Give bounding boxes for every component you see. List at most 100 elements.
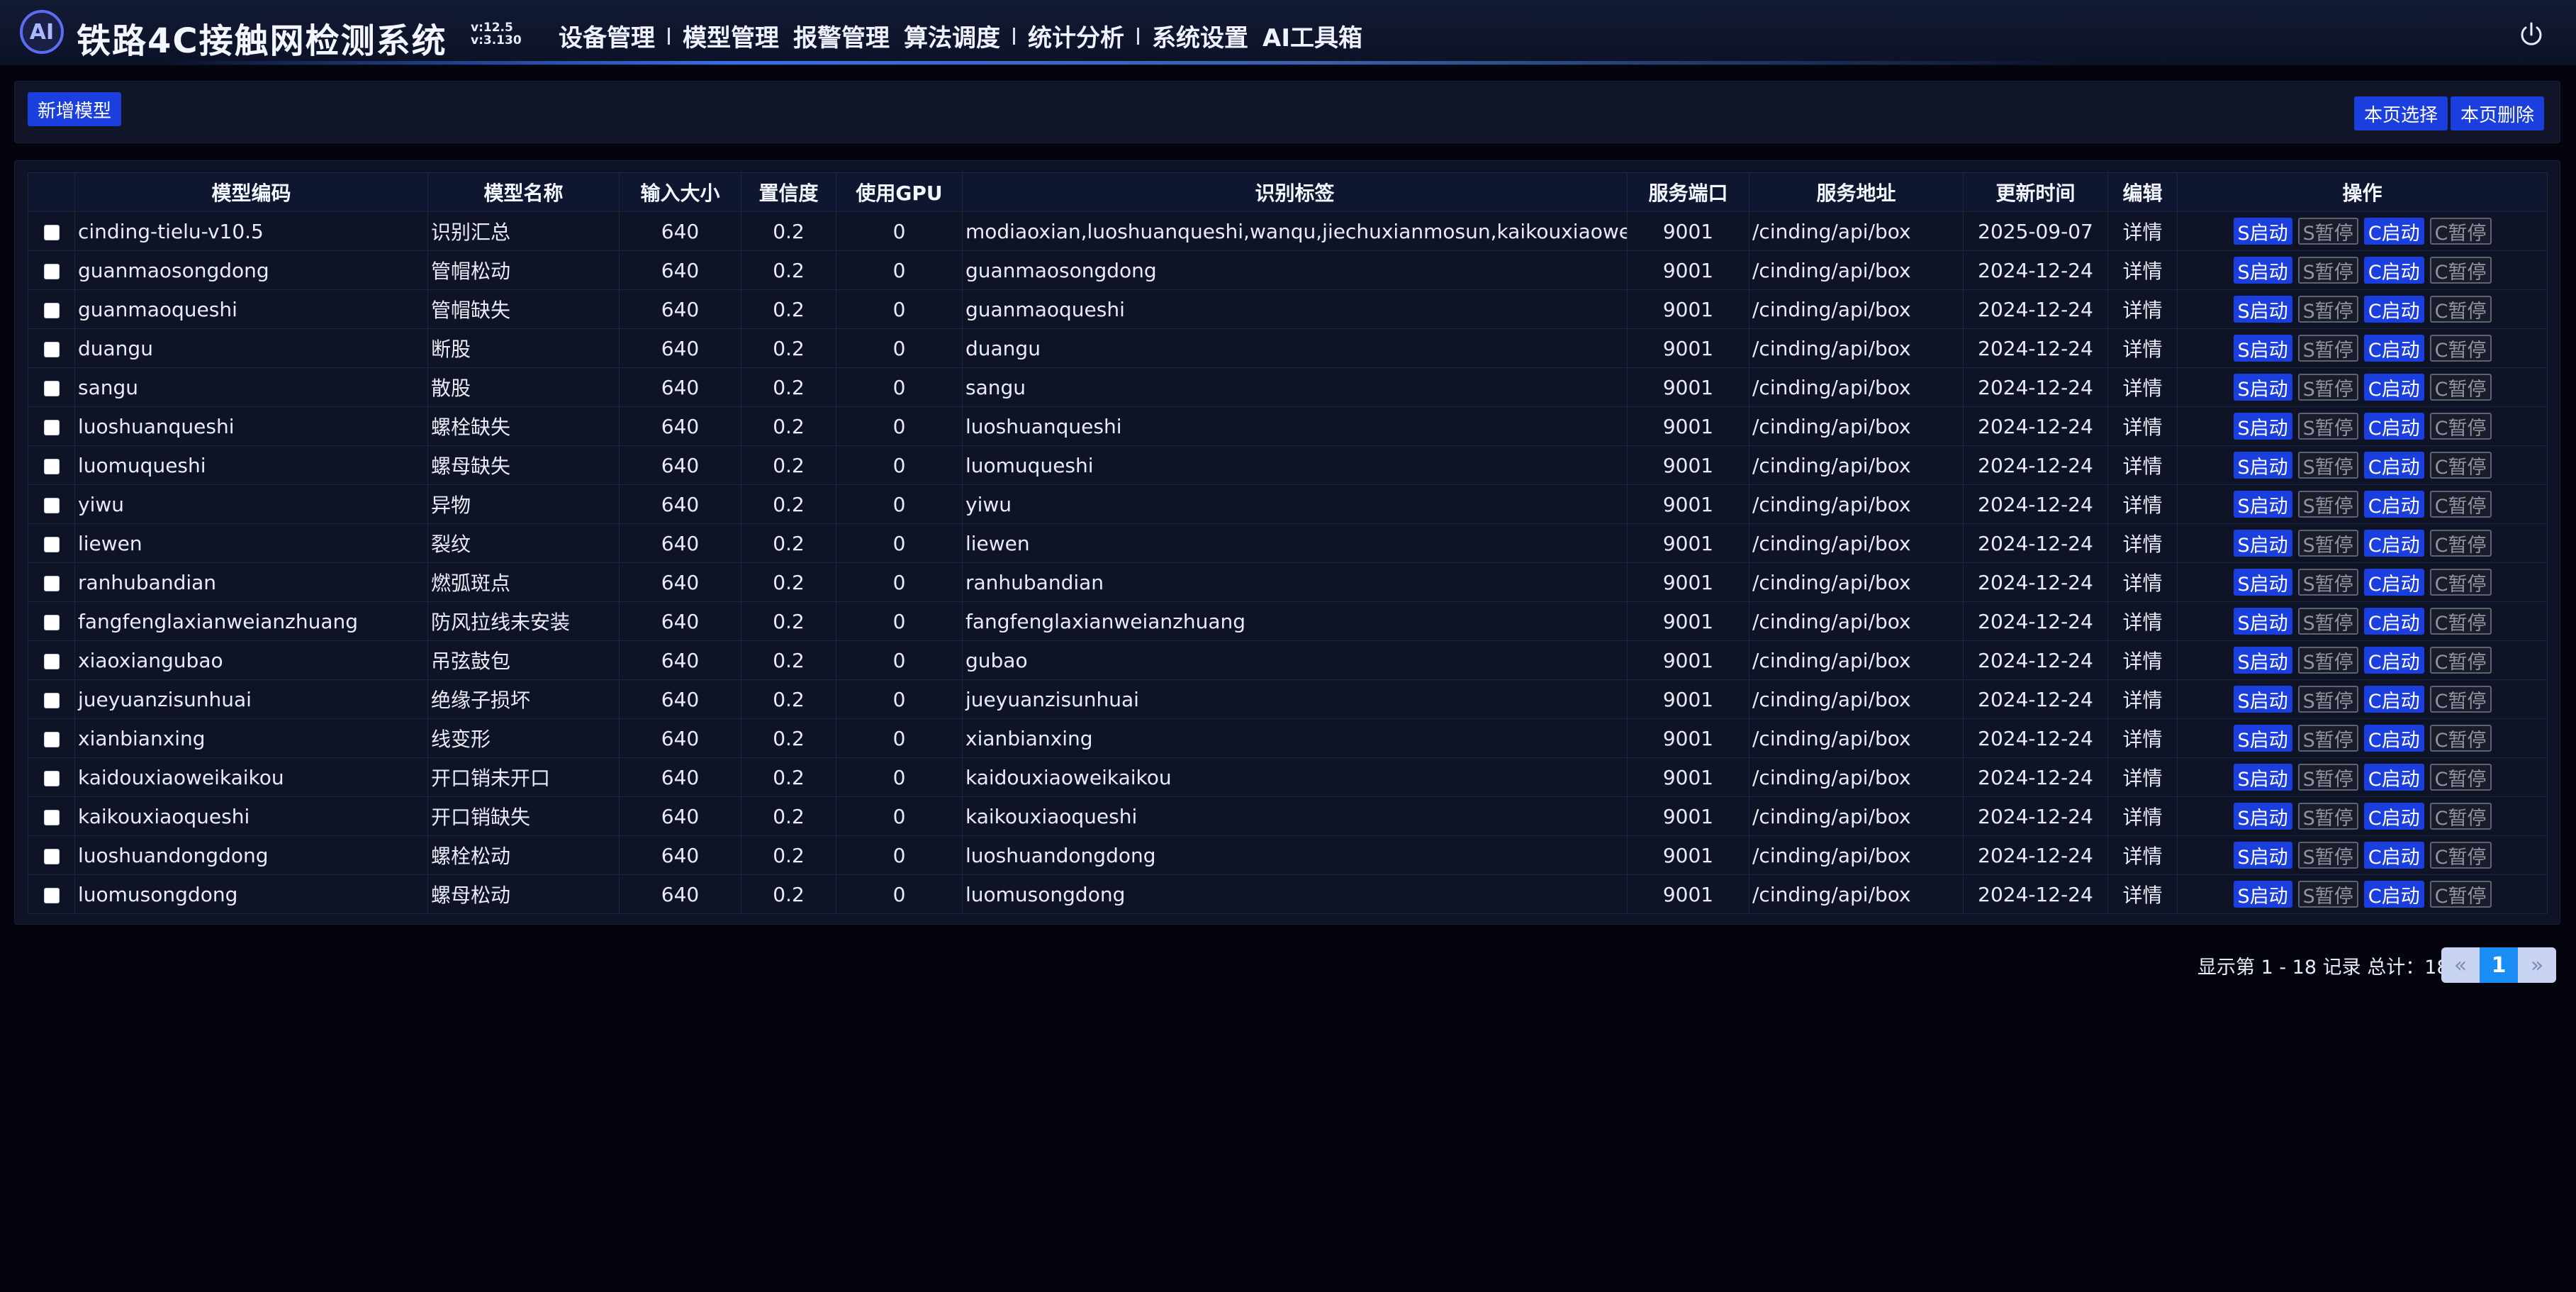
row-checkbox[interactable]	[43, 341, 60, 357]
s-pause-button[interactable]: S暂停	[2297, 686, 2358, 713]
c-pause-button[interactable]: C暂停	[2429, 218, 2492, 245]
row-checkbox[interactable]	[43, 770, 60, 786]
s-pause-button[interactable]: S暂停	[2297, 374, 2358, 401]
row-checkbox[interactable]	[43, 848, 60, 864]
nav-model-management[interactable]: 模型管理	[683, 18, 779, 53]
s-start-button[interactable]: S启动	[2233, 491, 2292, 518]
s-start-button[interactable]: S启动	[2233, 647, 2292, 674]
row-checkbox[interactable]	[43, 380, 60, 396]
c-pause-button[interactable]: C暂停	[2429, 491, 2492, 518]
details-link[interactable]: 详情	[2107, 835, 2178, 875]
row-checkbox[interactable]	[43, 458, 60, 474]
row-checkbox[interactable]	[43, 263, 60, 279]
page-1-button[interactable]: 1	[2480, 947, 2518, 983]
c-start-button[interactable]: C启动	[2363, 296, 2424, 323]
c-start-button[interactable]: C启动	[2363, 569, 2424, 596]
row-checkbox[interactable]	[43, 419, 60, 435]
s-start-button[interactable]: S启动	[2233, 881, 2292, 908]
details-link[interactable]: 详情	[2107, 718, 2178, 758]
c-pause-button[interactable]: C暂停	[2429, 335, 2492, 362]
prev-page-button[interactable]: «	[2441, 947, 2480, 983]
s-pause-button[interactable]: S暂停	[2297, 842, 2358, 869]
s-pause-button[interactable]: S暂停	[2297, 608, 2358, 635]
s-pause-button[interactable]: S暂停	[2297, 491, 2358, 518]
c-start-button[interactable]: C启动	[2363, 335, 2424, 362]
c-pause-button[interactable]: C暂停	[2429, 296, 2492, 323]
add-model-button[interactable]: 新增模型	[28, 92, 122, 126]
s-pause-button[interactable]: S暂停	[2297, 335, 2358, 362]
nav-algorithm-scheduling[interactable]: 算法调度	[904, 18, 1000, 53]
row-checkbox[interactable]	[43, 887, 60, 903]
c-start-button[interactable]: C启动	[2363, 725, 2424, 752]
c-start-button[interactable]: C启动	[2363, 257, 2424, 284]
details-link[interactable]: 详情	[2107, 367, 2178, 407]
details-link[interactable]: 详情	[2107, 523, 2178, 563]
row-checkbox[interactable]	[43, 536, 60, 552]
c-start-button[interactable]: C启动	[2363, 491, 2424, 518]
s-start-button[interactable]: S启动	[2233, 608, 2292, 635]
row-checkbox[interactable]	[43, 731, 60, 747]
c-start-button[interactable]: C启动	[2363, 803, 2424, 830]
s-pause-button[interactable]: S暂停	[2297, 413, 2358, 440]
c-start-button[interactable]: C启动	[2363, 647, 2424, 674]
details-link[interactable]: 详情	[2107, 328, 2178, 368]
row-checkbox[interactable]	[43, 575, 60, 591]
s-start-button[interactable]: S启动	[2233, 218, 2292, 245]
delete-page-button[interactable]: 本页删除	[2451, 96, 2545, 130]
c-pause-button[interactable]: C暂停	[2429, 413, 2492, 440]
s-start-button[interactable]: S启动	[2233, 257, 2292, 284]
s-pause-button[interactable]: S暂停	[2297, 725, 2358, 752]
c-pause-button[interactable]: C暂停	[2429, 686, 2492, 713]
details-link[interactable]: 详情	[2107, 640, 2178, 680]
details-link[interactable]: 详情	[2107, 757, 2178, 797]
s-start-button[interactable]: S启动	[2233, 842, 2292, 869]
row-checkbox[interactable]	[43, 224, 60, 240]
row-checkbox[interactable]	[43, 497, 60, 513]
details-link[interactable]: 详情	[2107, 406, 2178, 446]
s-start-button[interactable]: S启动	[2233, 335, 2292, 362]
s-start-button[interactable]: S启动	[2233, 803, 2292, 830]
details-link[interactable]: 详情	[2107, 445, 2178, 485]
s-pause-button[interactable]: S暂停	[2297, 257, 2358, 284]
details-link[interactable]: 详情	[2107, 484, 2178, 524]
s-start-button[interactable]: S启动	[2233, 374, 2292, 401]
c-pause-button[interactable]: C暂停	[2429, 803, 2492, 830]
c-pause-button[interactable]: C暂停	[2429, 608, 2492, 635]
s-pause-button[interactable]: S暂停	[2297, 803, 2358, 830]
c-pause-button[interactable]: C暂停	[2429, 530, 2492, 557]
c-pause-button[interactable]: C暂停	[2429, 452, 2492, 479]
c-pause-button[interactable]: C暂停	[2429, 647, 2492, 674]
s-pause-button[interactable]: S暂停	[2297, 647, 2358, 674]
details-link[interactable]: 详情	[2107, 562, 2178, 602]
nav-ai-toolbox[interactable]: AI工具箱	[1262, 18, 1362, 53]
c-pause-button[interactable]: C暂停	[2429, 881, 2492, 908]
s-start-button[interactable]: S启动	[2233, 686, 2292, 713]
s-pause-button[interactable]: S暂停	[2297, 530, 2358, 557]
row-checkbox[interactable]	[43, 809, 60, 825]
c-pause-button[interactable]: C暂停	[2429, 764, 2492, 791]
c-start-button[interactable]: C启动	[2363, 842, 2424, 869]
row-checkbox[interactable]	[43, 692, 60, 708]
s-pause-button[interactable]: S暂停	[2297, 296, 2358, 323]
next-page-button[interactable]: »	[2518, 947, 2556, 983]
c-pause-button[interactable]: C暂停	[2429, 725, 2492, 752]
c-start-button[interactable]: C启动	[2363, 881, 2424, 908]
s-start-button[interactable]: S启动	[2233, 764, 2292, 791]
c-start-button[interactable]: C启动	[2363, 764, 2424, 791]
details-link[interactable]: 详情	[2107, 601, 2178, 641]
s-pause-button[interactable]: S暂停	[2297, 764, 2358, 791]
s-start-button[interactable]: S启动	[2233, 725, 2292, 752]
row-checkbox[interactable]	[43, 653, 60, 669]
c-start-button[interactable]: C启动	[2363, 530, 2424, 557]
power-icon[interactable]	[2518, 21, 2545, 48]
c-pause-button[interactable]: C暂停	[2429, 842, 2492, 869]
c-pause-button[interactable]: C暂停	[2429, 569, 2492, 596]
c-pause-button[interactable]: C暂停	[2429, 374, 2492, 401]
s-pause-button[interactable]: S暂停	[2297, 569, 2358, 596]
s-pause-button[interactable]: S暂停	[2297, 218, 2358, 245]
details-link[interactable]: 详情	[2107, 289, 2178, 329]
row-checkbox[interactable]	[43, 302, 60, 318]
s-pause-button[interactable]: S暂停	[2297, 452, 2358, 479]
details-link[interactable]: 详情	[2107, 796, 2178, 836]
s-pause-button[interactable]: S暂停	[2297, 881, 2358, 908]
